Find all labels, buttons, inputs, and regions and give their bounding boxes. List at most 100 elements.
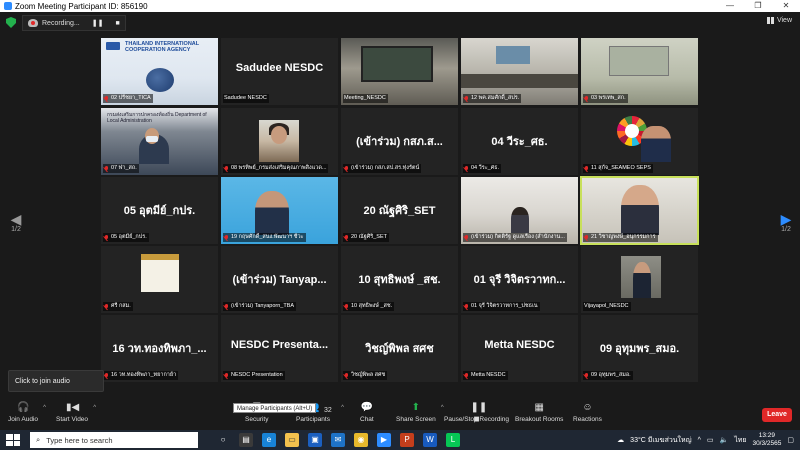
weather-text[interactable]: 33°C มีเมฆส่วนใหญ่ xyxy=(630,435,691,446)
view-button[interactable]: View xyxy=(766,17,792,24)
word-icon[interactable]: W xyxy=(423,433,437,447)
clock[interactable]: 13:29 30/3/2565 xyxy=(752,432,781,448)
search-icon: ⌕ xyxy=(36,435,41,444)
participant-tile[interactable]: ศรี กสม. xyxy=(101,246,218,313)
participant-tile[interactable]: THAILAND INTERNATIONAL COOPERATION AGENC… xyxy=(101,38,218,105)
room-tv xyxy=(496,46,530,64)
participant-tile[interactable]: (เข้าร่วม) Tanyap... (เข้าร่วม) Tanyapor… xyxy=(221,246,338,313)
participant-tile[interactable]: 10 สุทธิพงษ์ _สช. 10 สุทธิพงษ์ _สช. xyxy=(341,246,458,313)
chevron-up-icon[interactable]: ^ xyxy=(341,405,344,411)
chrome-icon[interactable]: ◉ xyxy=(354,433,368,447)
line-app-icon[interactable]: L xyxy=(446,433,460,447)
participant-tile[interactable]: 05 อุตมีย์_กปร. 05 อุตมีย์_กปร. xyxy=(101,177,218,244)
zoom-app-icon[interactable]: ▶ xyxy=(377,433,391,447)
participant-tile[interactable]: กรมส่งเสริมการปกครองท้องถิ่น Department … xyxy=(101,108,218,175)
participant-tile[interactable]: 20 ณัฐศิริ_SET 20 ณัฐศิริ_SET xyxy=(341,177,458,244)
clock-date: 30/3/2565 xyxy=(752,440,782,447)
participant-tile[interactable]: 04 วีระ_ศธ. 04 วีระ_ศธ. xyxy=(461,108,578,175)
mic-muted-icon xyxy=(104,95,109,102)
mic-muted-icon xyxy=(224,303,229,310)
participant-tile[interactable]: 01 จุรี วิจิตรวาทก... 01 จุรี วิจิตรวาทก… xyxy=(461,246,578,313)
grid-view-icon xyxy=(766,17,774,24)
person-figure xyxy=(255,191,289,235)
join-audio-button[interactable]: 🎧 Join Audio ^ xyxy=(8,402,46,423)
zoom-logo-icon xyxy=(4,2,12,10)
leave-button[interactable]: Leave xyxy=(762,408,792,422)
window-title: Zoom Meeting Participant ID: 856190 xyxy=(15,1,148,11)
volume-icon[interactable]: 🔈 xyxy=(719,436,728,444)
powerpoint-icon[interactable]: P xyxy=(400,433,414,447)
notification-icon[interactable]: ▢ xyxy=(787,436,794,444)
participant-name: NESDC Presentation xyxy=(223,371,285,380)
close-button[interactable]: ✕ xyxy=(772,0,800,12)
participant-display-name: 09 อุทุมพร_สมอ. xyxy=(599,343,680,355)
chevron-up-icon[interactable]: ^ xyxy=(698,437,701,444)
participant-tile[interactable]: (เข้าร่วม) กสภ.ส... (เข้าร่วม) กสภ.สป.สร… xyxy=(341,108,458,175)
minimize-button[interactable]: — xyxy=(716,0,744,12)
participant-tile[interactable]: Vijayapol_NESDC xyxy=(581,246,698,313)
participants-label: Participants xyxy=(296,416,330,423)
participant-display-name: 20 ณัฐศิริ_SET xyxy=(363,205,436,217)
breakout-rooms-button[interactable]: ▦ Breakout Rooms xyxy=(515,402,563,423)
participant-tile[interactable]: NESDC Presenta... NESDC Presentation xyxy=(221,315,338,382)
language-indicator[interactable]: ไทย xyxy=(734,435,746,446)
participant-name: 21 วิชาญพงษ์_อนุกรรมการ xyxy=(583,233,658,242)
participant-count: 32 xyxy=(324,407,332,414)
security-shield-icon[interactable] xyxy=(6,17,16,28)
chat-button[interactable]: 💬 Chat xyxy=(360,402,374,423)
participant-tile[interactable]: วิชญ์พิพล สศช วิชญ์พิพล สศช xyxy=(341,315,458,382)
prev-page-button[interactable]: ◀ 1/2 xyxy=(6,212,26,233)
mail-icon[interactable]: ✉ xyxy=(331,433,345,447)
reactions-label: Reactions xyxy=(573,416,602,423)
participant-name: Metta NESDC xyxy=(463,371,508,380)
participant-tile[interactable]: 08 พรทิพย์_กรมส่งเสริมคุณภาพสิ่งแวด... xyxy=(221,108,338,175)
window-titlebar: Zoom Meeting Participant ID: 856190 — ❐ … xyxy=(0,0,800,12)
participant-tile[interactable]: 19 กฤษศักดิ์_สนง.พัฒนาฯ ชีวะ xyxy=(221,177,338,244)
reactions-button[interactable]: ☺ Reactions xyxy=(573,402,602,423)
participant-name: 19 กฤษศักดิ์_สนง.พัฒนาฯ ชีวะ xyxy=(223,233,306,242)
pause-stop-recording-button[interactable]: ❚❚ ■ Pause/Stop Recording xyxy=(444,402,509,425)
network-icon[interactable]: ▭ xyxy=(707,436,714,444)
maximize-button[interactable]: ❐ xyxy=(744,0,772,12)
store-icon[interactable]: ▣ xyxy=(308,433,322,447)
windows-start-icon[interactable] xyxy=(6,434,20,446)
participant-display-name: 16 วท.ทองทิพภา_... xyxy=(112,343,207,355)
edge-icon[interactable]: e xyxy=(262,433,276,447)
participant-tile[interactable]: (เข้าร่วม) กิตติรัฐ ดูแลเรื่อง (สำนักงาน… xyxy=(461,177,578,244)
page-indicator-right: 1/2 xyxy=(781,226,791,233)
participant-tile[interactable]: 11 สุกัจ_SEAMEO SEPS xyxy=(581,108,698,175)
participant-name: ศรี กสม. xyxy=(103,302,133,311)
person-figure xyxy=(633,262,651,298)
participant-tile[interactable]: 12 พค.สมศักดิ์_สปร. xyxy=(461,38,578,105)
participant-tile[interactable]: 16 วท.ทองทิพภา_... 16 วท.ทองทิพภา_ทยากาย… xyxy=(101,315,218,382)
view-label: View xyxy=(776,17,792,24)
pause-recording-button[interactable]: ❚❚ xyxy=(92,19,104,27)
participant-tile[interactable]: Metta NESDC Metta NESDC xyxy=(461,315,578,382)
mic-muted-icon xyxy=(224,165,229,172)
participant-display-name: 05 อุตมีย์_กปร. xyxy=(123,205,196,217)
headphones-icon: 🎧 xyxy=(17,402,30,413)
active-speaker-tile[interactable]: 21 วิชาญพงษ์_อนุกรรมการ xyxy=(580,176,699,245)
pause-stop-icon: ❚❚ ■ xyxy=(470,402,488,425)
file-explorer-icon[interactable]: ▭ xyxy=(285,433,299,447)
next-page-button[interactable]: ▶ 1/2 xyxy=(776,212,796,233)
taskbar-search[interactable]: ⌕ Type here to search xyxy=(30,432,198,448)
participant-name: 11 สุกัจ_SEAMEO SEPS xyxy=(583,164,653,173)
share-screen-button[interactable]: ⬆ Share Screen ^ xyxy=(396,402,444,423)
participant-tile[interactable]: 09 อุทุมพร_สมอ. 09 อุทุมพร_สมอ. xyxy=(581,315,698,382)
participant-tile[interactable]: Meeting_NESDC xyxy=(341,38,458,105)
participant-tile[interactable]: 03 พรเทพ_สก. xyxy=(581,38,698,105)
person-head xyxy=(271,126,287,144)
mic-muted-icon xyxy=(104,372,109,379)
mic-muted-icon xyxy=(104,165,109,172)
start-video-button[interactable]: ▮◀ Start Video ^ xyxy=(56,402,96,423)
chevron-up-icon[interactable]: ^ xyxy=(93,405,96,411)
task-view-icon[interactable]: ○ xyxy=(216,433,230,447)
participant-tile[interactable]: Sadudee NESDC Sadudee NESDC xyxy=(221,38,338,105)
stop-recording-button[interactable]: ■ xyxy=(115,20,119,27)
share-screen-icon: ⬆ xyxy=(411,402,421,413)
widgets-icon[interactable]: ▤ xyxy=(239,433,253,447)
mic-muted-icon xyxy=(464,95,469,102)
chevron-up-icon[interactable]: ^ xyxy=(43,405,46,411)
participant-display-name: Sadudee NESDC xyxy=(235,62,324,74)
